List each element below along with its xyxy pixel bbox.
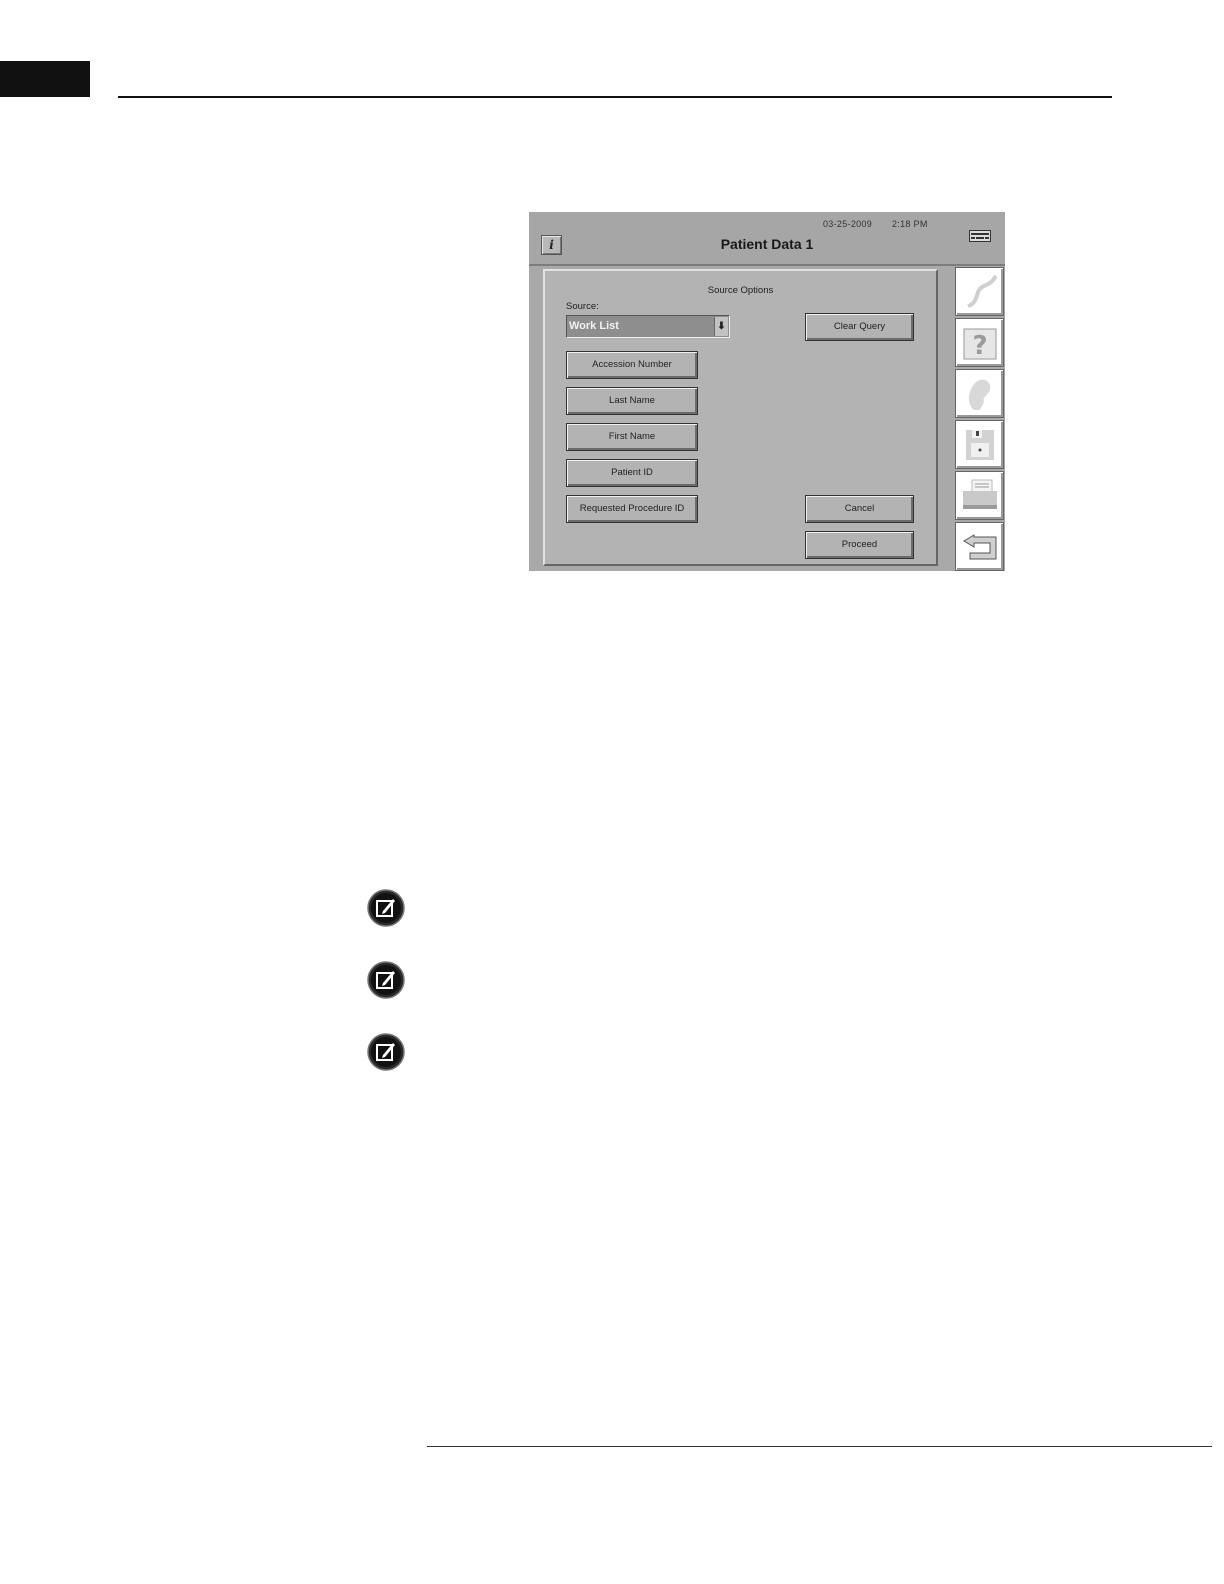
floppy-disk-icon xyxy=(966,430,994,460)
dropdown-arrow-icon[interactable]: ⬇ xyxy=(714,317,728,336)
source-select[interactable]: Work List ⬇ xyxy=(566,315,730,338)
accession-number-button[interactable]: Accession Number xyxy=(566,351,698,379)
keyboard-icon[interactable] xyxy=(969,230,991,242)
time-display: 2:18 PM xyxy=(892,219,928,229)
proceed-button[interactable]: Proceed xyxy=(805,531,914,559)
footer-rule xyxy=(427,1446,1212,1447)
clear-query-button[interactable]: Clear Query xyxy=(805,313,914,341)
help-icon: ? xyxy=(963,328,997,361)
requested-procedure-id-button[interactable]: Requested Procedure ID xyxy=(566,495,698,523)
dialog-title: Source Options xyxy=(707,285,774,296)
patient-head-button[interactable] xyxy=(955,369,1004,418)
curve-button[interactable] xyxy=(955,267,1004,316)
patient-id-button[interactable]: Patient ID xyxy=(566,459,698,487)
source-select-value: Work List xyxy=(569,320,619,332)
note-icon xyxy=(367,889,405,927)
side-toolbar: ? xyxy=(955,267,1004,571)
return-arrow-icon xyxy=(963,534,997,560)
last-name-button[interactable]: Last Name xyxy=(566,387,698,415)
curve-icon xyxy=(967,274,998,308)
save-button[interactable] xyxy=(955,420,1004,469)
source-label: Source: xyxy=(566,301,599,312)
note-icon xyxy=(367,961,405,999)
return-button[interactable] xyxy=(955,522,1004,571)
printer-icon xyxy=(963,479,997,509)
print-button[interactable] xyxy=(955,471,1004,520)
page-tab-marker xyxy=(0,61,90,97)
first-name-button[interactable]: First Name xyxy=(566,423,698,451)
date-display: 03-25-2009 xyxy=(823,219,873,229)
title-bar: i 03-25-2009 2:18 PM Patient Data 1 xyxy=(529,212,1005,266)
header-rule xyxy=(118,96,1112,98)
source-options-dialog: Source Options Source: Work List ⬇ Acces… xyxy=(543,269,938,566)
window-title: Patient Data 1 xyxy=(720,236,814,252)
help-button[interactable]: ? xyxy=(955,318,1004,367)
patient-data-screen: i 03-25-2009 2:18 PM Patient Data 1 Sour… xyxy=(529,212,1005,571)
patient-head-icon xyxy=(968,379,991,410)
note-icon xyxy=(367,1033,405,1071)
svg-text:?: ? xyxy=(972,331,987,361)
cancel-button[interactable]: Cancel xyxy=(805,495,914,523)
